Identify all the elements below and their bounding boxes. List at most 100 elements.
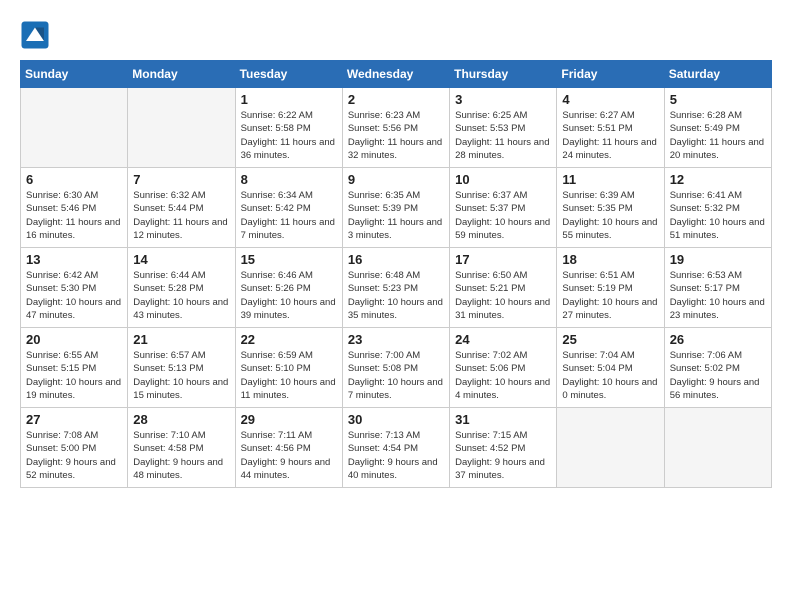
calendar-day: 18 Sunrise: 6:51 AM Sunset: 5:19 PM Dayli… <box>557 248 664 328</box>
calendar-day: 9Sunrise: 6:35 AM Sunset: 5:39 PM Daylig… <box>342 168 449 248</box>
day-info: Sunrise: 6:25 AM Sunset: 5:53 PM Dayligh… <box>455 109 551 162</box>
day-info: Sunrise: 7:11 AM Sunset: 4:56 PM Dayligh… <box>241 429 337 482</box>
day-number: 12 <box>670 172 766 187</box>
day-info: Sunrise: 7:02 AM Sunset: 5:06 PM Dayligh… <box>455 349 551 402</box>
calendar-table: SundayMondayTuesdayWednesdayThursdayFrid… <box>20 60 772 488</box>
day-number: 11 <box>562 172 658 187</box>
weekday-header-tuesday: Tuesday <box>235 61 342 88</box>
day-number: 27 <box>26 412 122 427</box>
day-number: 10 <box>455 172 551 187</box>
day-number: 19 <box>670 252 766 267</box>
weekday-header-monday: Monday <box>128 61 235 88</box>
day-info: Sunrise: 7:04 AM Sunset: 5:04 PM Dayligh… <box>562 349 658 402</box>
day-info: Sunrise: 6:51 AM Sunset: 5:19 PM Dayligh… <box>562 269 658 322</box>
day-info: Sunrise: 7:08 AM Sunset: 5:00 PM Dayligh… <box>26 429 122 482</box>
calendar-day: 16Sunrise: 6:48 AM Sunset: 5:23 PM Dayli… <box>342 248 449 328</box>
calendar-day <box>557 408 664 488</box>
day-number: 29 <box>241 412 337 427</box>
calendar-day: 30 Sunrise: 7:13 AM Sunset: 4:54 PM Dayli… <box>342 408 449 488</box>
day-info: Sunrise: 6:32 AM Sunset: 5:44 PM Dayligh… <box>133 189 229 242</box>
day-number: 7 <box>133 172 229 187</box>
day-number: 17 <box>455 252 551 267</box>
day-number: 20 <box>26 332 122 347</box>
weekday-header-row: SundayMondayTuesdayWednesdayThursdayFrid… <box>21 61 772 88</box>
calendar-day: 6 Sunrise: 6:30 AM Sunset: 5:46 PM Daylig… <box>21 168 128 248</box>
day-number: 18 <box>562 252 658 267</box>
day-info: Sunrise: 6:22 AM Sunset: 5:58 PM Dayligh… <box>241 109 337 162</box>
day-info: Sunrise: 6:23 AM Sunset: 5:56 PM Dayligh… <box>348 109 444 162</box>
day-info: Sunrise: 6:37 AM Sunset: 5:37 PM Dayligh… <box>455 189 551 242</box>
day-number: 3 <box>455 92 551 107</box>
calendar-day: 22 Sunrise: 6:59 AM Sunset: 5:10 PM Dayli… <box>235 328 342 408</box>
calendar-day: 4 Sunrise: 6:27 AM Sunset: 5:51 PM Daylig… <box>557 88 664 168</box>
calendar-day: 19 Sunrise: 6:53 AM Sunset: 5:17 PM Dayli… <box>664 248 771 328</box>
day-number: 14 <box>133 252 229 267</box>
calendar-day: 3 Sunrise: 6:25 AM Sunset: 5:53 PM Daylig… <box>450 88 557 168</box>
calendar-week-4: 20Sunrise: 6:55 AM Sunset: 5:15 PM Dayli… <box>21 328 772 408</box>
day-number: 26 <box>670 332 766 347</box>
day-number: 1 <box>241 92 337 107</box>
day-info: Sunrise: 6:57 AM Sunset: 5:13 PM Dayligh… <box>133 349 229 402</box>
calendar-day <box>664 408 771 488</box>
day-info: Sunrise: 6:50 AM Sunset: 5:21 PM Dayligh… <box>455 269 551 322</box>
calendar-day: 8Sunrise: 6:34 AM Sunset: 5:42 PM Daylig… <box>235 168 342 248</box>
calendar-body: 1 Sunrise: 6:22 AM Sunset: 5:58 PM Daylig… <box>21 88 772 488</box>
calendar-day: 26Sunrise: 7:06 AM Sunset: 5:02 PM Dayli… <box>664 328 771 408</box>
day-number: 28 <box>133 412 229 427</box>
day-number: 15 <box>241 252 337 267</box>
day-info: Sunrise: 6:27 AM Sunset: 5:51 PM Dayligh… <box>562 109 658 162</box>
day-number: 23 <box>348 332 444 347</box>
calendar-day <box>21 88 128 168</box>
day-number: 2 <box>348 92 444 107</box>
calendar-day: 24 Sunrise: 7:02 AM Sunset: 5:06 PM Dayli… <box>450 328 557 408</box>
day-number: 24 <box>455 332 551 347</box>
day-info: Sunrise: 6:28 AM Sunset: 5:49 PM Dayligh… <box>670 109 766 162</box>
weekday-header-thursday: Thursday <box>450 61 557 88</box>
weekday-header-friday: Friday <box>557 61 664 88</box>
day-info: Sunrise: 6:48 AM Sunset: 5:23 PM Dayligh… <box>348 269 444 322</box>
calendar-day: 5Sunrise: 6:28 AM Sunset: 5:49 PM Daylig… <box>664 88 771 168</box>
day-info: Sunrise: 6:46 AM Sunset: 5:26 PM Dayligh… <box>241 269 337 322</box>
day-info: Sunrise: 7:00 AM Sunset: 5:08 PM Dayligh… <box>348 349 444 402</box>
logo-icon <box>20 20 50 50</box>
day-info: Sunrise: 6:39 AM Sunset: 5:35 PM Dayligh… <box>562 189 658 242</box>
weekday-header-sunday: Sunday <box>21 61 128 88</box>
day-info: Sunrise: 7:10 AM Sunset: 4:58 PM Dayligh… <box>133 429 229 482</box>
day-info: Sunrise: 6:41 AM Sunset: 5:32 PM Dayligh… <box>670 189 766 242</box>
calendar-day: 29 Sunrise: 7:11 AM Sunset: 4:56 PM Dayli… <box>235 408 342 488</box>
day-info: Sunrise: 6:30 AM Sunset: 5:46 PM Dayligh… <box>26 189 122 242</box>
page-header <box>20 20 772 50</box>
day-info: Sunrise: 6:35 AM Sunset: 5:39 PM Dayligh… <box>348 189 444 242</box>
calendar-day: 17 Sunrise: 6:50 AM Sunset: 5:21 PM Dayli… <box>450 248 557 328</box>
calendar-day: 10 Sunrise: 6:37 AM Sunset: 5:37 PM Dayli… <box>450 168 557 248</box>
day-info: Sunrise: 6:59 AM Sunset: 5:10 PM Dayligh… <box>241 349 337 402</box>
calendar-day: 28 Sunrise: 7:10 AM Sunset: 4:58 PM Dayli… <box>128 408 235 488</box>
day-info: Sunrise: 7:13 AM Sunset: 4:54 PM Dayligh… <box>348 429 444 482</box>
day-number: 6 <box>26 172 122 187</box>
calendar-day: 2 Sunrise: 6:23 AM Sunset: 5:56 PM Daylig… <box>342 88 449 168</box>
calendar-day: 21 Sunrise: 6:57 AM Sunset: 5:13 PM Dayli… <box>128 328 235 408</box>
calendar-day: 25 Sunrise: 7:04 AM Sunset: 5:04 PM Dayli… <box>557 328 664 408</box>
weekday-header-wednesday: Wednesday <box>342 61 449 88</box>
calendar-week-3: 13Sunrise: 6:42 AM Sunset: 5:30 PM Dayli… <box>21 248 772 328</box>
calendar-day: 27 Sunrise: 7:08 AM Sunset: 5:00 PM Dayli… <box>21 408 128 488</box>
calendar-day: 31Sunrise: 7:15 AM Sunset: 4:52 PM Dayli… <box>450 408 557 488</box>
calendar-day: 14 Sunrise: 6:44 AM Sunset: 5:28 PM Dayli… <box>128 248 235 328</box>
calendar-day: 13Sunrise: 6:42 AM Sunset: 5:30 PM Dayli… <box>21 248 128 328</box>
calendar-day: 20Sunrise: 6:55 AM Sunset: 5:15 PM Dayli… <box>21 328 128 408</box>
day-info: Sunrise: 6:53 AM Sunset: 5:17 PM Dayligh… <box>670 269 766 322</box>
calendar-day: 7 Sunrise: 6:32 AM Sunset: 5:44 PM Daylig… <box>128 168 235 248</box>
day-info: Sunrise: 6:34 AM Sunset: 5:42 PM Dayligh… <box>241 189 337 242</box>
day-number: 21 <box>133 332 229 347</box>
day-info: Sunrise: 7:15 AM Sunset: 4:52 PM Dayligh… <box>455 429 551 482</box>
calendar-day <box>128 88 235 168</box>
day-number: 25 <box>562 332 658 347</box>
calendar-day: 11 Sunrise: 6:39 AM Sunset: 5:35 PM Dayli… <box>557 168 664 248</box>
day-number: 4 <box>562 92 658 107</box>
calendar-day: 1 Sunrise: 6:22 AM Sunset: 5:58 PM Daylig… <box>235 88 342 168</box>
day-number: 22 <box>241 332 337 347</box>
calendar-week-5: 27 Sunrise: 7:08 AM Sunset: 5:00 PM Dayli… <box>21 408 772 488</box>
day-number: 30 <box>348 412 444 427</box>
day-number: 13 <box>26 252 122 267</box>
day-info: Sunrise: 6:44 AM Sunset: 5:28 PM Dayligh… <box>133 269 229 322</box>
